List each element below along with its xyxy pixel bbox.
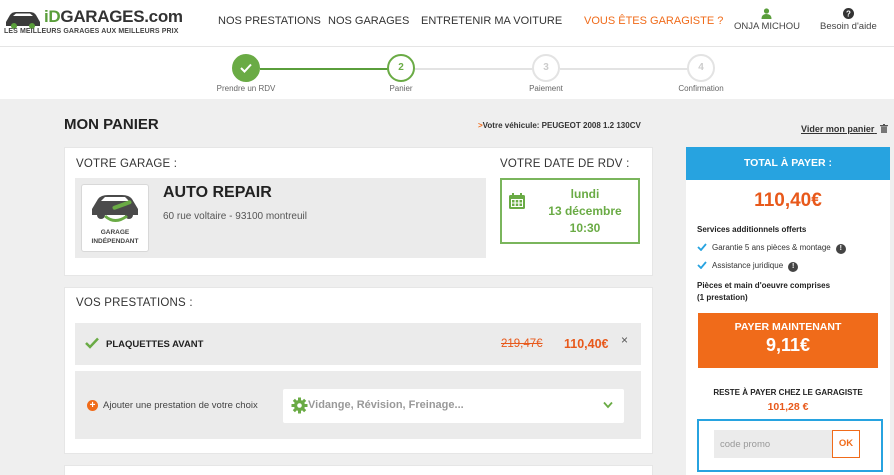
- date-section-title: VOTRE DATE DE RDV :: [500, 158, 630, 170]
- step-1-circle[interactable]: [232, 54, 260, 82]
- nav-vous-etes-garagiste[interactable]: VOUS ÊTES GARAGISTE ?: [584, 15, 723, 27]
- included-line-1: Pièces et main d'oeuvre comprises: [697, 281, 831, 290]
- gear-icon: [291, 397, 308, 414]
- garage-logo-line1: GARAGE: [100, 229, 130, 236]
- add-prestation-placeholder: Vidange, Révision, Freinage...: [308, 399, 464, 411]
- logo-tagline: LES MEILLEURS GARAGES AUX MEILLEURS PRIX: [4, 28, 179, 35]
- plus-icon: +: [87, 400, 98, 411]
- garage-info: GARAGE INDÉPENDANT AUTO REPAIR 60 rue vo…: [75, 178, 486, 258]
- logo-brand-prefix: iD: [44, 7, 61, 26]
- info-icon[interactable]: !: [835, 244, 846, 254]
- user-icon: [761, 8, 772, 19]
- help-icon: ?: [842, 8, 854, 19]
- next-card: [64, 465, 653, 475]
- service-item: Assistance juridique!: [697, 261, 799, 272]
- total-heading: TOTAL À PAYER :: [686, 147, 890, 180]
- appointment-date: lundi 13 décembre 10:30: [532, 186, 638, 237]
- promo-code-box: OK: [697, 419, 883, 472]
- vehicle-info: >Votre véhicule: PEUGEOT 2008 1.2 130CV: [478, 121, 641, 130]
- empty-cart-link[interactable]: Vider mon panier: [801, 124, 888, 134]
- progress-stepper: 2 3 4 Prendre un RDV Panier Paiement Con…: [0, 46, 894, 99]
- prestation-row: PLAQUETTES AVANT 219,47€ 110,40€ ×: [75, 323, 641, 365]
- step-3-label: Paiement: [529, 84, 563, 93]
- page-title: MON PANIER: [64, 116, 159, 133]
- prestations-section-title: VOS PRESTATIONS :: [76, 297, 193, 309]
- nav-entretenir-ma-voiture[interactable]: ENTRETENIR MA VOITURE: [421, 15, 562, 27]
- garage-logo: GARAGE INDÉPENDANT: [81, 184, 149, 252]
- promo-code-input[interactable]: [714, 430, 832, 458]
- included-line-2: (1 prestation): [697, 293, 748, 302]
- calendar-icon: [509, 193, 525, 209]
- garage-name: AUTO REPAIR: [163, 184, 272, 201]
- promo-ok-button[interactable]: OK: [832, 430, 860, 458]
- vehicle-text: Votre véhicule: PEUGEOT 2008 1.2 130CV: [482, 121, 641, 130]
- step-1-label: Prendre un RDV: [216, 84, 276, 93]
- prestation-name: PLAQUETTES AVANT: [106, 339, 204, 350]
- services-title: Services additionnels offerts: [697, 225, 807, 234]
- trash-icon: [879, 124, 888, 133]
- step-connector-2: [415, 68, 546, 70]
- step-connector-3: [560, 68, 701, 70]
- included-note: Pièces et main d'oeuvre comprises (1 pre…: [697, 280, 887, 304]
- appointment-time: 10:30: [569, 221, 601, 235]
- step-connector-1: [260, 68, 401, 70]
- garage-section-title: VOTRE GARAGE :: [76, 158, 178, 170]
- garage-logo-text: GARAGE INDÉPENDANT: [82, 228, 148, 246]
- service-label: Garantie 5 ans pièces & montage: [712, 243, 831, 252]
- appointment-day: lundi: [570, 187, 600, 201]
- prestation-old-price: 219,47€: [501, 338, 543, 350]
- info-icon[interactable]: !: [788, 262, 799, 272]
- step-4-label: Confirmation: [678, 84, 724, 93]
- svg-text:?: ?: [846, 10, 851, 19]
- empty-cart-label: Vider mon panier: [801, 124, 875, 134]
- remaining-label: RESTE À PAYER CHEZ LE GARAGISTE: [713, 388, 863, 397]
- check-icon: [697, 261, 707, 269]
- check-icon: [697, 243, 707, 251]
- total-panel: TOTAL À PAYER : 110,40€ Services additio…: [686, 147, 890, 475]
- nav-nos-prestations[interactable]: NOS PRESTATIONS: [218, 15, 321, 27]
- garage-logo-line2: INDÉPENDANT: [91, 238, 139, 245]
- logo-wordmark: iDGARAGES.com: [44, 7, 183, 27]
- pay-now-button[interactable]: PAYER MAINTENANT 9,11€: [698, 313, 878, 368]
- garage-address: 60 rue voltaire - 93100 montreuil: [163, 211, 307, 222]
- remaining-amount: 101,28 €: [767, 401, 809, 413]
- check-icon: [240, 63, 252, 73]
- service-label: Assistance juridique: [712, 261, 784, 270]
- step-4-circle: 4: [687, 54, 715, 82]
- remove-prestation-button[interactable]: ×: [621, 333, 628, 347]
- step-2-circle: 2: [387, 54, 415, 82]
- chevron-down-icon: [603, 401, 613, 409]
- step-2-label: Panier: [389, 84, 413, 93]
- step-3-circle: 3: [532, 54, 560, 82]
- car-logo-icon: [6, 12, 40, 29]
- garage-car-icon: [92, 195, 138, 222]
- service-item: Garantie 5 ans pièces & montage!: [697, 243, 846, 254]
- help-link[interactable]: ? Besoin d'aide: [820, 8, 877, 32]
- site-logo[interactable]: iDGARAGES.com LES MEILLEURS GARAGES AUX …: [4, 5, 183, 41]
- help-label: Besoin d'aide: [820, 21, 877, 32]
- appointment-date-value: 13 décembre: [548, 204, 622, 218]
- appointment-date-box[interactable]: lundi 13 décembre 10:30: [500, 178, 640, 244]
- pay-now-amount: 9,11€: [765, 335, 811, 355]
- user-name: ONJA MICHOU: [734, 21, 800, 32]
- add-prestation-label: Ajouter une prestation de votre choix: [103, 400, 258, 411]
- add-prestation-row: + Ajouter une prestation de votre choix …: [75, 371, 641, 439]
- nav-nos-garages[interactable]: NOS GARAGES: [328, 15, 409, 27]
- check-icon: [85, 337, 99, 349]
- total-amount: 110,40€: [754, 190, 822, 211]
- user-account[interactable]: ONJA MICHOU: [734, 8, 800, 32]
- prestation-price: 110,40€: [564, 337, 609, 351]
- add-prestation-select[interactable]: Vidange, Révision, Freinage...: [283, 389, 624, 423]
- logo-brand-suffix: GARAGES.com: [60, 7, 183, 26]
- pay-now-label: PAYER MAINTENANT: [734, 321, 842, 333]
- site-header: iDGARAGES.com LES MEILLEURS GARAGES AUX …: [0, 0, 894, 46]
